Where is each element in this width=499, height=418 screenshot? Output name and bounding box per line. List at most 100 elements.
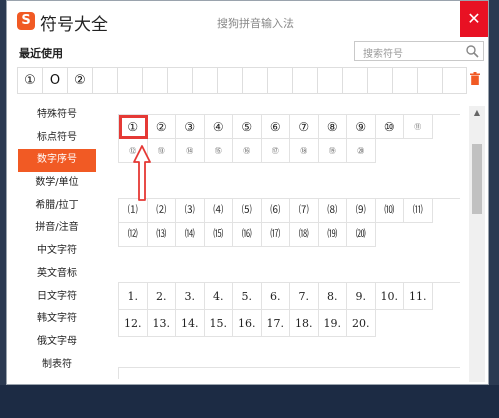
- symbol-cell[interactable]: ⒄: [261, 223, 290, 247]
- symbol-cell[interactable]: ⑯: [233, 139, 262, 163]
- sidebar-item[interactable]: 特殊符号: [18, 104, 96, 127]
- recent-symbol-cell[interactable]: [417, 67, 442, 94]
- sidebar-item[interactable]: 拼音/注音: [18, 217, 96, 240]
- symbol-cell[interactable]: ③: [176, 115, 205, 139]
- symbol-cell[interactable]: 13.: [147, 310, 176, 337]
- search-input[interactable]: 搜索符号: [354, 41, 484, 61]
- title-bar[interactable]: S 符号大全 搜狗拼音输入法 ✕: [7, 1, 488, 39]
- recent-symbol-cell[interactable]: [267, 67, 292, 94]
- recent-symbol-cell[interactable]: [367, 67, 392, 94]
- symbol-cell[interactable]: 15.: [204, 310, 233, 337]
- recent-symbol-cell[interactable]: [167, 67, 192, 94]
- symbol-cell[interactable]: 1.: [119, 283, 148, 310]
- symbol-cell[interactable]: ⑤: [233, 115, 262, 139]
- symbol-cell[interactable]: ⒀: [147, 223, 176, 247]
- scroll-thumb[interactable]: [472, 144, 482, 214]
- symbol-cell[interactable]: ⑪: [404, 115, 433, 139]
- recent-symbols-row: ①O②: [17, 67, 467, 94]
- vertical-scrollbar[interactable]: ▲: [469, 106, 485, 382]
- symbol-cell[interactable]: 4.: [204, 283, 233, 310]
- symbol-cell[interactable]: 10.: [375, 283, 404, 310]
- sidebar-item[interactable]: 希腊/拉丁: [18, 195, 96, 218]
- recent-symbol-cell[interactable]: [242, 67, 267, 94]
- symbol-cell[interactable]: ⑾: [404, 199, 433, 223]
- recent-symbol-cell[interactable]: [342, 67, 367, 94]
- recent-symbol-cell[interactable]: [217, 67, 242, 94]
- symbol-cell[interactable]: 3.: [176, 283, 205, 310]
- symbol-cell[interactable]: 2.: [147, 283, 176, 310]
- symbol-cell[interactable]: ⑳: [347, 139, 376, 163]
- symbol-cell[interactable]: ⑭: [176, 139, 205, 163]
- symbol-cell[interactable]: ⑶: [176, 199, 205, 223]
- sidebar-item[interactable]: 日文字符: [18, 286, 96, 309]
- symbol-cell[interactable]: ⑷: [204, 199, 233, 223]
- symbol-cell[interactable]: ⑸: [233, 199, 262, 223]
- symbol-cell[interactable]: ⑵: [147, 199, 176, 223]
- symbol-cell[interactable]: 16.: [233, 310, 262, 337]
- recent-symbol-cell[interactable]: [292, 67, 317, 94]
- symbol-cell[interactable]: ①: [119, 115, 148, 139]
- sidebar-item[interactable]: 韩文字符: [18, 308, 96, 331]
- symbol-cell[interactable]: 7.: [290, 283, 319, 310]
- symbol-cell[interactable]: 6.: [261, 283, 290, 310]
- recent-symbol-cell[interactable]: [142, 67, 167, 94]
- recent-symbol-cell[interactable]: O: [42, 67, 67, 94]
- recent-symbol-cell[interactable]: [192, 67, 217, 94]
- sidebar-item[interactable]: 英文音标: [18, 263, 96, 286]
- symbol-cell[interactable]: 9.: [347, 283, 376, 310]
- symbol-cell[interactable]: 18.: [290, 310, 319, 337]
- symbol-cell[interactable]: ⑦: [290, 115, 319, 139]
- close-button[interactable]: ✕: [460, 1, 488, 37]
- symbol-cell[interactable]: 19.: [318, 310, 347, 337]
- symbol-cell[interactable]: ⑽: [375, 199, 404, 223]
- circled-number-grid: ①②③④⑤⑥⑦⑧⑨⑩⑪⑫⑬⑭⑮⑯⑰⑱⑲⑳: [118, 114, 460, 163]
- symbol-cell[interactable]: 12.: [119, 310, 148, 337]
- symbol-cell[interactable]: ⑬: [147, 139, 176, 163]
- symbol-cell[interactable]: ⑧: [318, 115, 347, 139]
- trash-icon[interactable]: [470, 72, 480, 85]
- symbol-cell[interactable]: 5.: [233, 283, 262, 310]
- symbol-cell[interactable]: ⑹: [261, 199, 290, 223]
- symbol-cell[interactable]: ⒃: [233, 223, 262, 247]
- symbol-cell[interactable]: 17.: [261, 310, 290, 337]
- sidebar-item[interactable]: 俄文字母: [18, 331, 96, 354]
- symbol-cell[interactable]: ⑼: [347, 199, 376, 223]
- scroll-up-icon[interactable]: ▲: [469, 106, 485, 120]
- symbol-cell[interactable]: ⒁: [176, 223, 205, 247]
- symbol-cell[interactable]: ⑰: [261, 139, 290, 163]
- sidebar-item[interactable]: 中文字符: [18, 240, 96, 263]
- recent-symbol-cell[interactable]: [117, 67, 142, 94]
- recent-symbol-cell[interactable]: [92, 67, 117, 94]
- symbol-cell[interactable]: ⑱: [290, 139, 319, 163]
- symbol-cell[interactable]: 8.: [318, 283, 347, 310]
- symbol-cell[interactable]: ⑥: [261, 115, 290, 139]
- recent-symbol-cell[interactable]: ①: [17, 67, 42, 94]
- symbol-cell[interactable]: ⑿: [119, 223, 148, 247]
- symbol-cell[interactable]: ②: [147, 115, 176, 139]
- recent-symbol-cell[interactable]: ②: [67, 67, 92, 94]
- sidebar-item[interactable]: 数学/单位: [18, 172, 96, 195]
- symbol-cell[interactable]: ④: [204, 115, 233, 139]
- symbol-cell[interactable]: ⑲: [318, 139, 347, 163]
- recent-symbol-cell[interactable]: [392, 67, 417, 94]
- symbol-cell[interactable]: ⑨: [347, 115, 376, 139]
- symbol-cell[interactable]: ⑴: [119, 199, 148, 223]
- recent-symbol-cell[interactable]: [442, 67, 467, 94]
- sidebar-item[interactable]: 标点符号: [18, 127, 96, 150]
- symbol-cell[interactable]: 20.: [347, 310, 376, 337]
- sidebar-item[interactable]: 数字序号: [18, 149, 96, 173]
- symbol-cell[interactable]: ⑮: [204, 139, 233, 163]
- symbol-cell[interactable]: ⑩: [375, 115, 404, 139]
- recent-symbol-cell[interactable]: [317, 67, 342, 94]
- symbol-cell[interactable]: ⑺: [290, 199, 319, 223]
- symbol-cell[interactable]: 14.: [176, 310, 205, 337]
- symbol-cell[interactable]: ⒆: [318, 223, 347, 247]
- next-symbol-grid: [118, 367, 460, 379]
- symbol-cell[interactable]: ⑻: [318, 199, 347, 223]
- symbol-cell[interactable]: ⒂: [204, 223, 233, 247]
- symbol-cell[interactable]: 11.: [404, 283, 433, 310]
- symbol-cell[interactable]: ⒅: [290, 223, 319, 247]
- search-icon[interactable]: [465, 44, 479, 58]
- symbol-cell[interactable]: ⒇: [347, 223, 376, 247]
- sidebar-item[interactable]: 制表符: [18, 354, 96, 377]
